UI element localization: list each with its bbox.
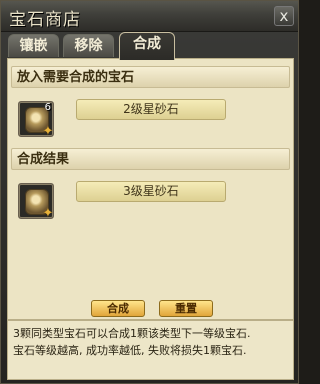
compose-panel: 放入需要合成的宝石 6 ✦ 2级星砂石 合成结果 ✦ 3级星砂石 bbox=[7, 58, 294, 320]
tab-remove[interactable]: 移除 bbox=[63, 34, 114, 57]
result-section-heading: 合成结果 bbox=[11, 148, 290, 170]
reset-button[interactable]: 重置 bbox=[159, 300, 213, 317]
input-section-heading: 放入需要合成的宝石 bbox=[11, 66, 290, 88]
gem-count: 6 bbox=[44, 102, 51, 113]
window-title: 宝石商店 bbox=[9, 10, 81, 30]
star-icon: ✦ bbox=[42, 206, 54, 221]
star-icon: ✦ bbox=[42, 124, 54, 139]
input-gem-slot[interactable]: 6 ✦ bbox=[18, 101, 54, 139]
result-gem-name: 3级星砂石 bbox=[76, 181, 226, 202]
description-line-2: 宝石等级越高, 成功率越低, 失败将损失1颗宝石. bbox=[13, 344, 247, 357]
description-area: 3颗同类型宝石可以合成1颗该类型下一等级宝石. 宝石等级越高, 成功率越低, 失… bbox=[7, 320, 294, 380]
title-bar[interactable]: 宝石商店 x bbox=[1, 1, 298, 32]
compose-button[interactable]: 合成 bbox=[91, 300, 145, 317]
tab-inlay[interactable]: 镶嵌 bbox=[8, 34, 59, 57]
input-gem-name: 2级星砂石 bbox=[76, 99, 226, 120]
tab-compose[interactable]: 合成 bbox=[119, 32, 175, 60]
description-line-1: 3颗同类型宝石可以合成1颗该类型下一等级宝石. bbox=[13, 327, 251, 340]
result-gem-slot[interactable]: ✦ bbox=[18, 183, 54, 221]
close-button[interactable]: x bbox=[274, 6, 294, 26]
gem-shop-window: 宝石商店 x 镶嵌 移除 合成 放入需要合成的宝石 6 ✦ 2级星砂石 合成结果… bbox=[0, 0, 299, 384]
